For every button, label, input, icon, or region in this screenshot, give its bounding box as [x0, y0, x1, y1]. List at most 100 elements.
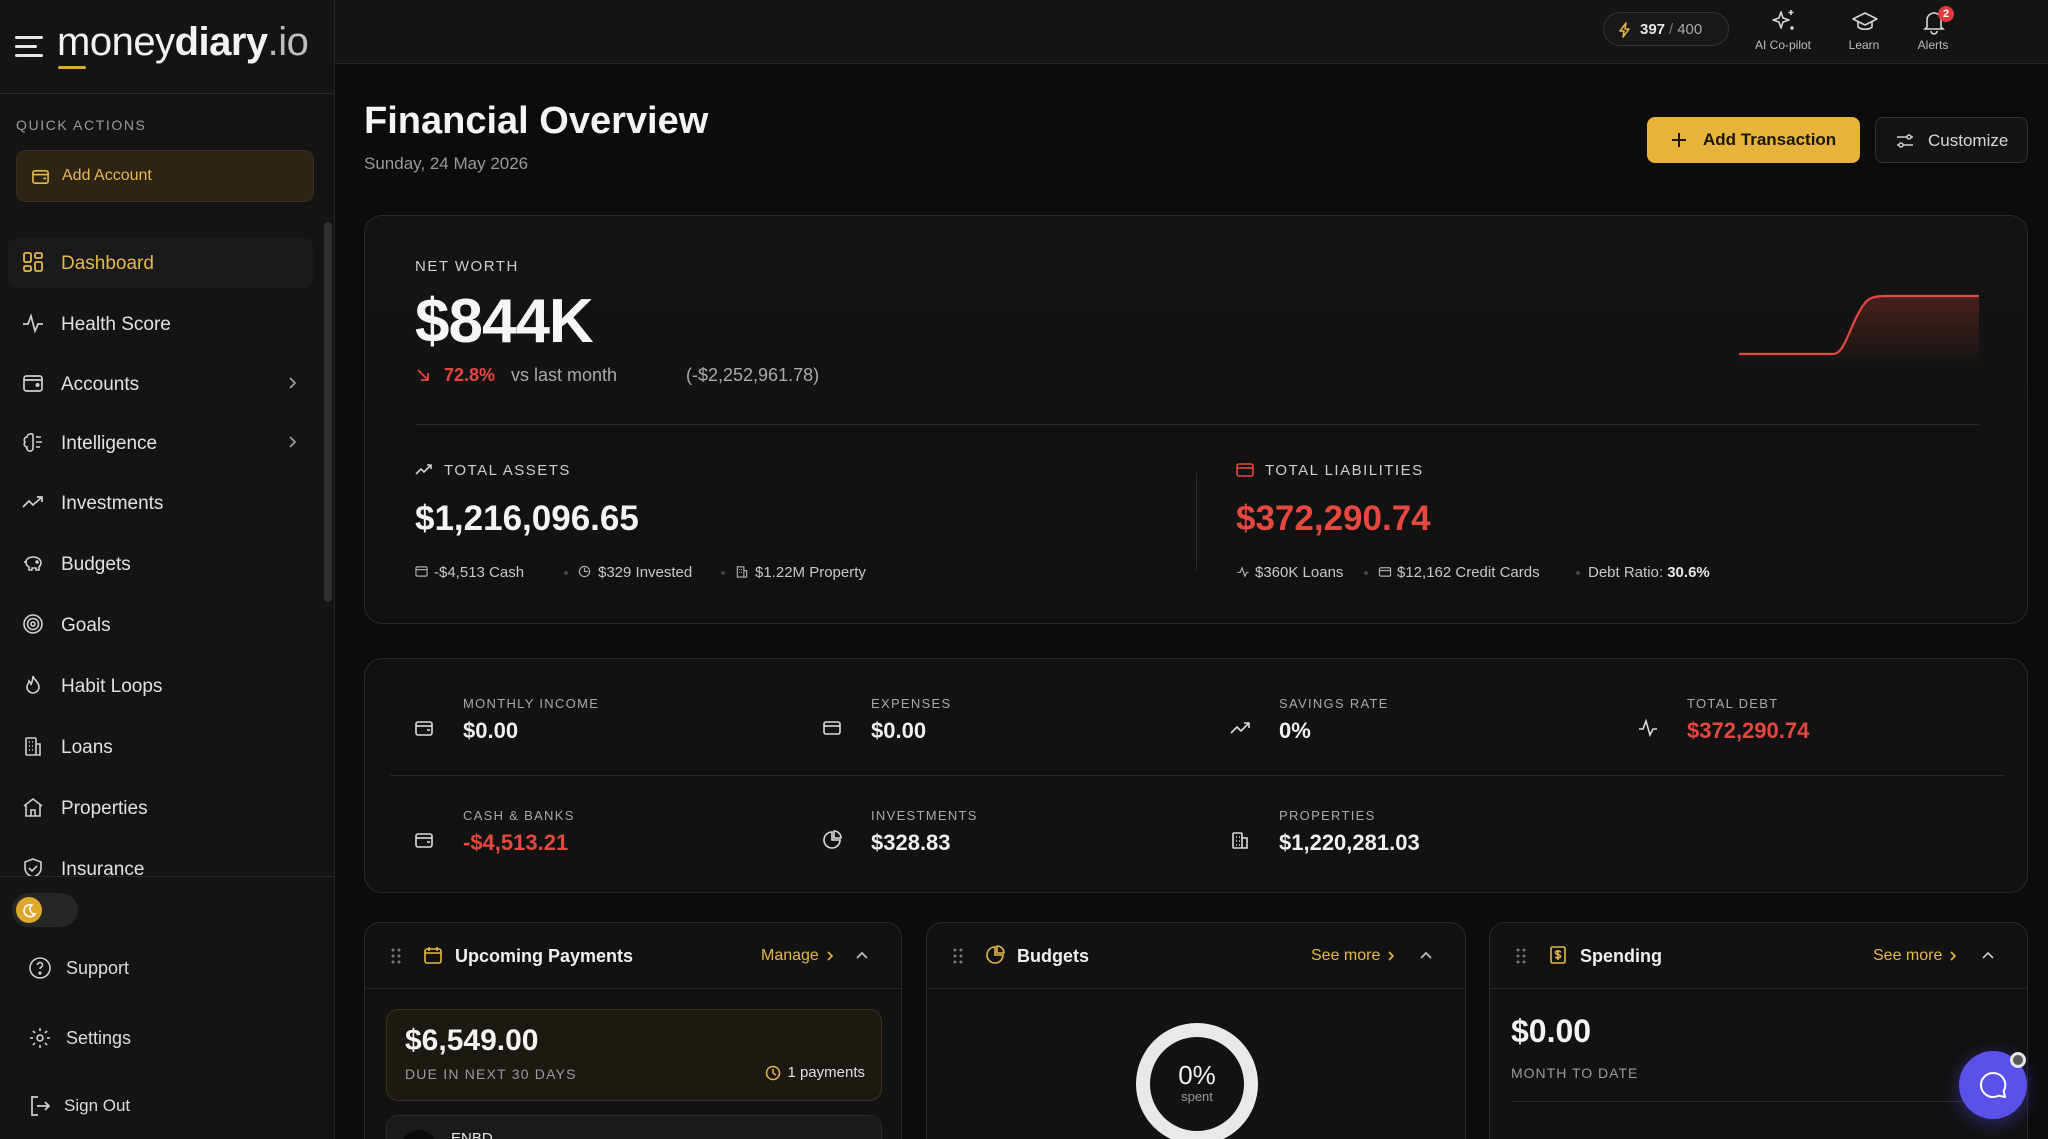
flame-icon	[22, 674, 44, 696]
sidebar-item-properties[interactable]: Properties	[8, 783, 313, 833]
payment-item[interactable]: ENBD	[386, 1115, 882, 1139]
plus-icon	[1671, 132, 1687, 148]
sidebar-item-dashboard[interactable]: Dashboard	[8, 238, 313, 288]
page-title: Financial Overview	[364, 100, 709, 142]
add-transaction-button[interactable]: Add Transaction	[1647, 117, 1860, 163]
sidebar-item-label: Dashboard	[61, 253, 154, 274]
manage-link-label: Manage	[761, 947, 819, 964]
top-bar: 397/400 AI Co-pilot Learn 2 Alerts	[335, 0, 2048, 64]
page-date: Sunday, 24 May 2026	[364, 154, 529, 173]
gear-icon	[28, 1026, 52, 1050]
sidebar-item-health-score[interactable]: Health Score	[8, 299, 313, 349]
manage-link[interactable]: Manage	[761, 947, 835, 965]
graduation-cap-icon	[1851, 8, 1879, 36]
assets-cash-text: -$4,513 Cash	[434, 564, 525, 581]
net-worth-change-vs: vs last month	[511, 365, 618, 385]
clock-pie-icon	[578, 565, 591, 578]
chevron-right-icon	[1386, 951, 1396, 961]
net-worth-change-abs: (-$2,252,961.78)	[686, 365, 820, 385]
customize-button[interactable]: Customize	[1875, 117, 2028, 163]
wallet-icon	[415, 565, 428, 578]
building-icon	[1230, 830, 1250, 850]
metric-label: MONTHLY INCOME	[463, 696, 600, 711]
separator-dot	[721, 571, 725, 575]
total-assets-value: $1,216,096.65	[415, 499, 639, 538]
metric-savings-rate: SAVINGS RATE 0%	[1230, 696, 1610, 756]
drag-handle-icon[interactable]	[1516, 948, 1526, 964]
drag-handle-icon[interactable]	[953, 948, 963, 964]
see-more-link[interactable]: See more	[1311, 947, 1396, 965]
liab-cards-text: $12,162 Credit Cards	[1397, 564, 1540, 581]
learn-button[interactable]: Learn	[1824, 6, 1904, 58]
payments-summary[interactable]: $6,549.00 DUE IN NEXT 30 DAYS 1 payments	[386, 1009, 882, 1101]
chevron-up-icon[interactable]	[1419, 949, 1433, 963]
alerts-button[interactable]: 2 Alerts	[1893, 6, 1973, 58]
assets-invested-text: $329 Invested	[598, 564, 693, 581]
chevron-right-icon	[285, 435, 299, 449]
widget-title: Spending	[1580, 946, 1662, 966]
metric-investments: INVESTMENTS $328.83	[822, 808, 1202, 868]
credits-pill[interactable]: 397/400	[1603, 12, 1729, 46]
credits-total: 400	[1677, 21, 1703, 38]
net-worth-value: $844K	[415, 287, 594, 356]
see-more-link[interactable]: See more	[1873, 947, 1958, 965]
sidebar-item-budgets[interactable]: Budgets	[8, 539, 313, 589]
credit-card-icon	[1236, 461, 1254, 479]
chevron-up-icon[interactable]	[1981, 949, 1995, 963]
sidebar-item-label: Loans	[61, 737, 113, 758]
logo-underline	[58, 66, 86, 69]
payee-name: ENBD	[451, 1130, 493, 1139]
trending-up-icon	[1230, 718, 1250, 738]
metric-cash-banks: CASH & BANKS -$4,513.21	[414, 808, 794, 868]
metric-value: $1,220,281.03	[1279, 830, 1420, 855]
metric-value: 0%	[1279, 718, 1311, 743]
spending-divider	[1511, 1101, 2007, 1102]
piggy-bank-icon	[22, 552, 44, 574]
chevron-up-icon[interactable]	[855, 949, 869, 963]
total-liabilities-value: $372,290.74	[1236, 499, 1431, 538]
ai-copilot-button[interactable]: AI Co-pilot	[1743, 6, 1823, 58]
sidebar-item-label: Budgets	[61, 554, 131, 575]
sidebar-item-label: Intelligence	[61, 433, 158, 454]
metric-label: TOTAL DEBT	[1687, 696, 1779, 711]
net-worth-divider	[415, 424, 1979, 425]
liab-loans-text: $360K Loans	[1255, 564, 1344, 581]
theme-toggle[interactable]	[12, 893, 78, 927]
sidebar-item-intelligence[interactable]: Intelligence	[8, 418, 313, 468]
sidebar-scrollbar[interactable]	[324, 222, 332, 602]
net-worth-label: NET WORTH	[415, 258, 519, 275]
chevron-right-icon	[285, 376, 299, 390]
add-account-button[interactable]: Add Account	[16, 150, 314, 202]
alerts-label: Alerts	[1917, 38, 1949, 52]
sidebar-item-insurance[interactable]: Insurance	[8, 844, 313, 876]
help-circle-icon	[28, 956, 52, 980]
pie-chart-icon	[985, 945, 1005, 965]
total-assets-text: TOTAL ASSETS	[444, 462, 571, 479]
drag-handle-icon[interactable]	[391, 948, 401, 964]
payments-count-text: 1 payments	[787, 1064, 865, 1081]
calendar-icon	[423, 945, 443, 965]
net-worth-change-pct: 72.8%	[444, 365, 496, 385]
sidebar-item-habit-loops[interactable]: Habit Loops	[8, 661, 313, 711]
log-out-icon	[28, 1094, 52, 1118]
budget-pct: 0%	[1178, 1060, 1216, 1090]
chat-status-dot	[2010, 1052, 2026, 1068]
metric-label: PROPERTIES	[1279, 808, 1376, 823]
widget-header: Budgets See more	[927, 923, 1465, 989]
trending-up-icon	[415, 461, 433, 479]
sidebar-item-label: Habit Loops	[61, 676, 163, 697]
sidebar-item-accounts[interactable]: Accounts	[8, 359, 313, 409]
menu-icon[interactable]	[15, 34, 45, 60]
sidebar-item-loans[interactable]: Loans	[8, 722, 313, 772]
sidebar-item-goals[interactable]: Goals	[8, 600, 313, 650]
credit-card-icon	[1378, 565, 1392, 578]
metrics-card: MONTHLY INCOME $0.00 EXPENSES $0.00 SAVI…	[364, 658, 2028, 893]
brain-icon	[22, 431, 44, 453]
metric-label: SAVINGS RATE	[1279, 696, 1389, 711]
brand-logo[interactable]: moneydiary.io	[57, 20, 309, 65]
net-worth-sparkline	[1739, 294, 1979, 366]
widget-header: Spending See more	[1490, 923, 2027, 989]
spending-amount: $0.00	[1511, 1013, 1592, 1049]
metric-label: CASH & BANKS	[463, 808, 575, 823]
sidebar-item-investments[interactable]: Investments	[8, 478, 313, 528]
